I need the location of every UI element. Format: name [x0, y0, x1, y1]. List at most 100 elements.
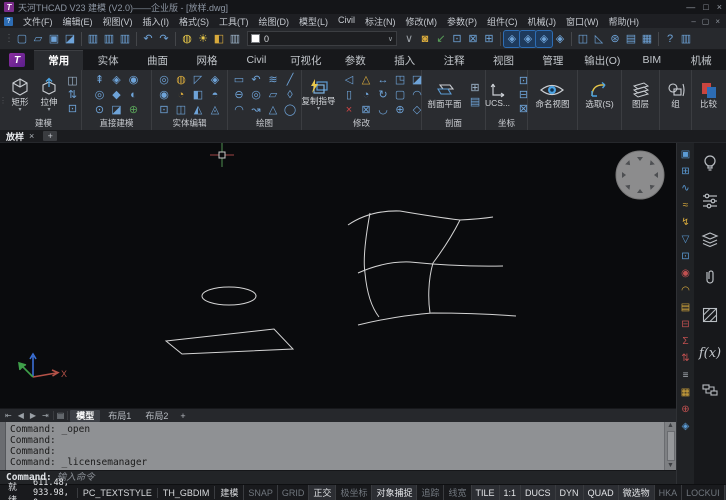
menu-item[interactable]: 插入(I) — [138, 15, 175, 28]
layers-icon[interactable] — [698, 227, 722, 251]
plot-icon[interactable]: ▥ — [85, 31, 101, 47]
status-toggle[interactable]: DYN — [555, 485, 583, 500]
command-input[interactable] — [57, 472, 670, 483]
group-button[interactable]: 组 — [663, 80, 689, 110]
sun-icon[interactable]: ☀ — [195, 31, 211, 47]
section-plane-button[interactable]: 剖面平面 — [425, 80, 465, 110]
drawing-canvas[interactable]: X — [0, 143, 676, 408]
status-toggle[interactable]: 极坐标 — [335, 485, 371, 500]
tool-icon[interactable]: ≡ — [679, 368, 693, 382]
panel-label[interactable]: 坐标 — [486, 117, 527, 130]
first-layout-button[interactable]: ⇤ — [3, 411, 14, 420]
select-window-icon[interactable]: ⊡ — [449, 31, 465, 47]
menu-item[interactable]: 机械(J) — [523, 15, 562, 28]
tool-icon[interactable]: ◁ — [342, 73, 357, 87]
ribbon-tab[interactable]: 视图 — [479, 50, 528, 70]
tool-icon[interactable]: ◎ — [157, 73, 172, 87]
tool-icon[interactable]: ◪ — [109, 103, 124, 117]
fx-icon[interactable]: f(x) — [698, 341, 722, 365]
menu-item[interactable]: 窗口(W) — [561, 15, 604, 28]
status-toggle[interactable]: 正交 — [308, 485, 335, 500]
layout-tab[interactable]: 布局1 — [102, 410, 137, 422]
tool-icon[interactable]: ◈ — [109, 73, 124, 87]
tool-icon[interactable]: ↔ — [376, 73, 391, 87]
tool-icon[interactable]: ⇅ — [679, 351, 693, 365]
ribbon-tab[interactable]: 曲面 — [133, 50, 182, 70]
status-toggle[interactable]: TILE — [471, 485, 499, 500]
menu-item[interactable]: 组件(C) — [482, 15, 523, 28]
document-tab[interactable]: 放样 — [6, 130, 24, 143]
tool-icon[interactable]: △ — [359, 73, 374, 87]
menu-item[interactable]: Civil — [333, 15, 360, 28]
select-crossing-icon[interactable]: ⊠ — [465, 31, 481, 47]
tool-icon[interactable]: ◠ — [679, 283, 693, 297]
layout-tab[interactable]: 模型 — [70, 410, 100, 422]
close-button[interactable]: × — [717, 2, 722, 12]
view-cube-icon[interactable]: ◈ — [520, 31, 536, 47]
mdi-restore-button[interactable]: ▢ — [702, 17, 710, 26]
tool-icon[interactable]: ⊟ — [679, 317, 693, 331]
new-tab-button[interactable]: + — [43, 131, 57, 141]
ribbon-tab[interactable]: BIM — [627, 50, 676, 70]
tool-icon[interactable]: ⊠ — [359, 103, 374, 117]
panel-label[interactable]: 直接建模 — [82, 117, 151, 130]
status-toggle[interactable]: 微选物 — [618, 485, 654, 500]
status-toggle[interactable]: HKA — [654, 485, 682, 500]
tool-icon[interactable]: ≈ — [679, 198, 693, 212]
tool-icon[interactable]: ◎ — [249, 88, 264, 102]
ribbon-tab[interactable]: 实体 — [83, 50, 132, 70]
layout-tab[interactable]: 布局2 — [139, 410, 174, 422]
text-style-field[interactable]: PC_TEXTSTYLE — [77, 488, 157, 498]
tool-icon[interactable]: ◉ — [157, 88, 172, 102]
tool-icon[interactable]: ⊞ — [679, 164, 693, 178]
panel-label[interactable]: 绘图 — [228, 117, 301, 130]
dim-style-field[interactable]: TH_GBDIM — [157, 488, 215, 498]
tool-icon[interactable]: ◉ — [679, 266, 693, 280]
ribbon-tab[interactable]: 参数 — [331, 50, 380, 70]
tool-icon[interactable]: × — [342, 103, 357, 117]
tool-icon[interactable]: ▭ — [232, 73, 247, 87]
workspace-field[interactable]: 建模 — [214, 486, 243, 499]
tool-icon[interactable]: ◔ — [359, 88, 374, 102]
menu-item[interactable]: 文件(F) — [18, 15, 58, 28]
tool-icon[interactable]: ◫ — [65, 74, 80, 88]
navigation-wheel[interactable] — [616, 151, 664, 199]
status-toggle[interactable]: 对象捕捉 — [371, 485, 416, 500]
layers-button[interactable]: 图层 — [627, 80, 655, 110]
settings-gears-icon[interactable]: ⊛ — [607, 31, 623, 47]
image-ref-icon[interactable]: ▦ — [639, 31, 655, 47]
status-toggle[interactable]: SNAP — [243, 485, 277, 500]
panel-label[interactable]: 剖面 — [422, 117, 485, 130]
menu-item[interactable]: 帮助(H) — [604, 15, 645, 28]
dropdown-icon[interactable]: ∨ — [401, 31, 417, 47]
status-toggle[interactable]: 追踪 — [416, 485, 443, 500]
tool-icon[interactable]: ▤ — [468, 95, 483, 109]
minimize-button[interactable]: — — [686, 2, 695, 12]
tool-icon[interactable]: ▢ — [393, 88, 408, 102]
block-tree-icon[interactable] — [698, 379, 722, 403]
view-cube-icon[interactable]: ◈ — [552, 31, 568, 47]
maximize-button[interactable]: □ — [703, 2, 708, 12]
menu-item[interactable]: 修改(M) — [401, 15, 443, 28]
compare-button[interactable]: 比较 — [696, 80, 722, 110]
redo-icon[interactable]: ↷ — [156, 31, 172, 47]
select-button[interactable]: 选取(S) — [582, 80, 616, 110]
tool-icon[interactable]: ⊡ — [679, 249, 693, 263]
toolbar-grip[interactable]: ⋮ — [4, 33, 12, 44]
panel-label[interactable]: 修改 — [302, 117, 421, 130]
panel-label[interactable]: 实体编辑 — [152, 117, 227, 130]
select-fence-icon[interactable]: ⊞ — [481, 31, 497, 47]
tool-icon[interactable]: ◭ — [191, 103, 206, 117]
ribbon-tab[interactable]: 输出(O) — [578, 50, 627, 70]
box-button[interactable]: 矩形 ▾ — [7, 76, 33, 114]
tool-icon[interactable]: ◸ — [191, 73, 206, 87]
toolbar-icon[interactable] — [658, 32, 659, 46]
tool-icon[interactable]: ↶ — [249, 73, 264, 87]
tool-icon[interactable]: ◯ — [283, 103, 298, 117]
layout-list-icon[interactable]: ▤ — [53, 411, 69, 420]
open-folder-icon[interactable]: ▱ — [30, 31, 46, 47]
ucs-button[interactable]: UCS... — [482, 81, 513, 109]
save-icon[interactable]: ▣ — [46, 31, 62, 47]
print-small-icon[interactable]: ▥ — [227, 31, 243, 47]
menu-item[interactable]: 标注(N) — [360, 15, 401, 28]
